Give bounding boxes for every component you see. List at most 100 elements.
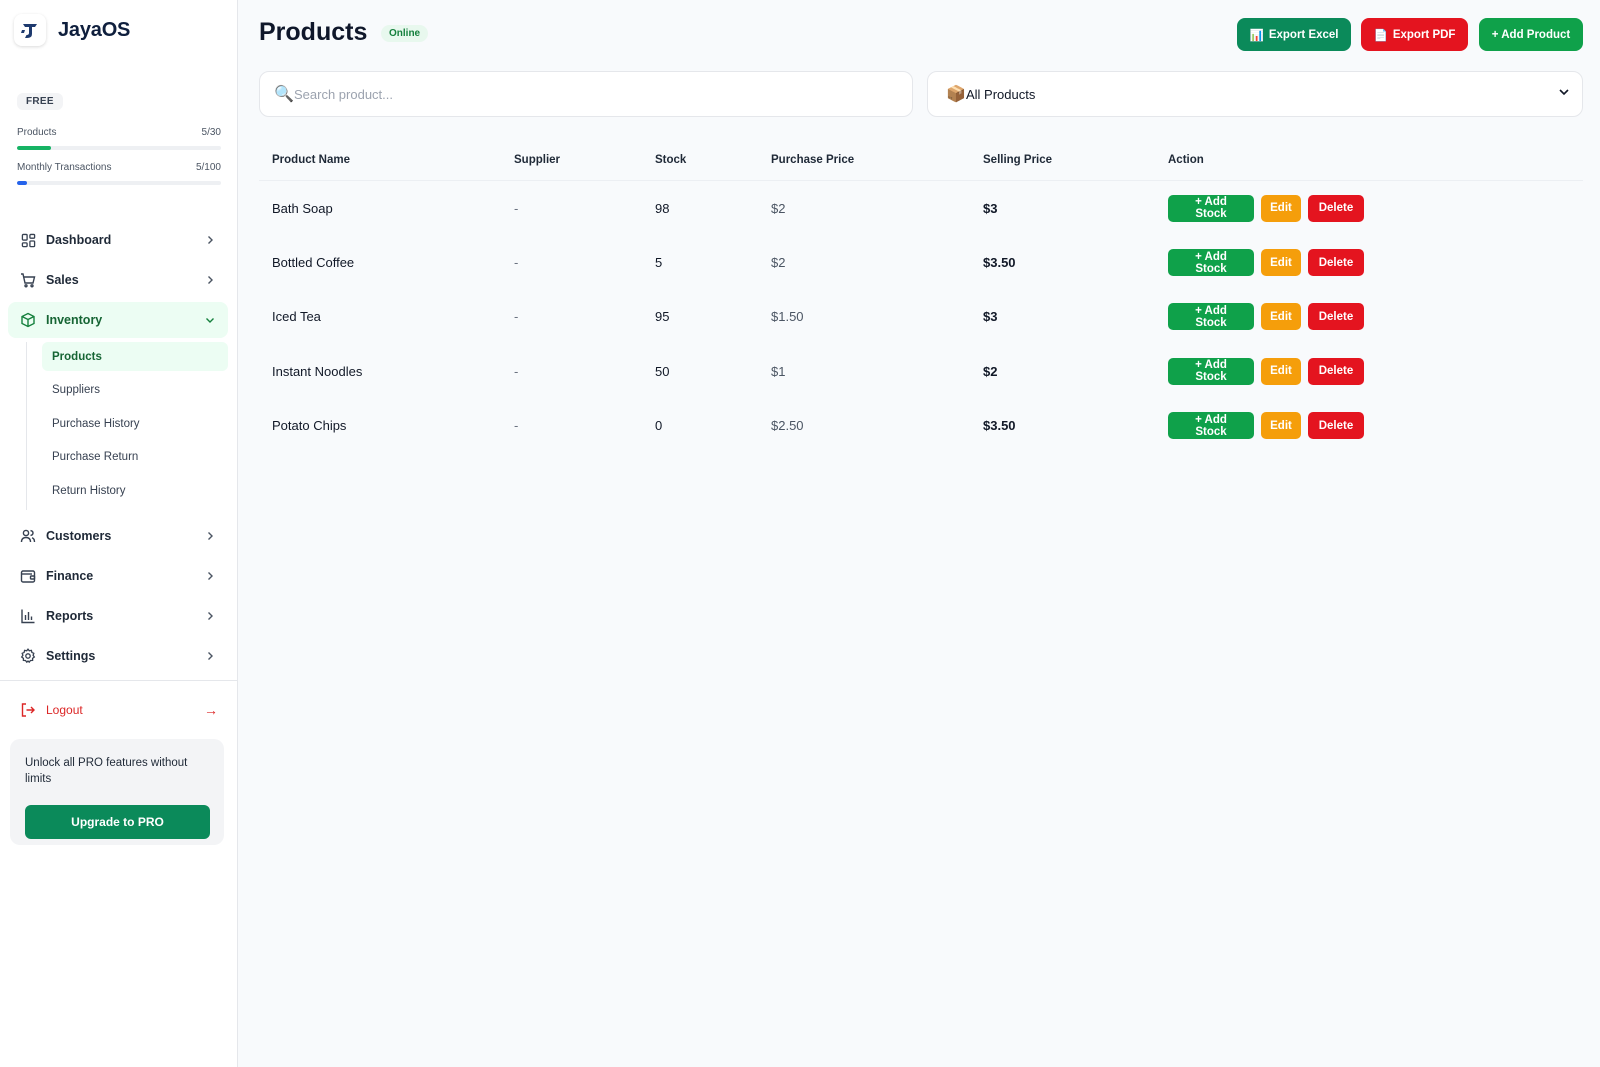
users-icon <box>20 528 36 544</box>
sidebar-item-settings[interactable]: Settings <box>8 638 228 674</box>
export-pdf-label: Export PDF <box>1392 28 1456 41</box>
selling-price-cell: $3 <box>983 309 998 325</box>
chevron-right-icon <box>204 610 216 622</box>
column-header: Supplier <box>514 154 561 166</box>
status-badge: Online <box>381 25 429 42</box>
column-header: Purchase Price <box>771 154 855 166</box>
supplier-cell: - <box>514 418 519 434</box>
purchase-price-cell: $1 <box>771 363 786 379</box>
add-stock-button[interactable]: + Add Stock <box>1168 357 1254 385</box>
edit-button[interactable]: Edit <box>1261 303 1301 331</box>
product-filter-select[interactable]: 📦 All Products <box>927 71 1583 117</box>
sidebar-divider <box>0 680 237 681</box>
products-table: Product Name Supplier Stock Purchase Pri… <box>259 140 1583 453</box>
logout-button[interactable]: Logout → <box>20 700 218 720</box>
sidebar-item-label: Settings <box>46 649 96 663</box>
cart-icon <box>20 272 36 288</box>
action-cell: + Add Stock Edit Delete <box>1168 412 1364 440</box>
quota-progress-fill <box>17 181 28 185</box>
sidebar-nav-bottom: Customers Finance Reports Settings <box>8 518 228 674</box>
delete-button[interactable]: Delete <box>1308 194 1364 222</box>
subnav-item-return-history[interactable]: Return History <box>42 476 228 505</box>
subnav-item-purchase-return[interactable]: Purchase Return <box>42 443 228 472</box>
column-header: Product Name <box>272 154 350 166</box>
sidebar-nav-top: Dashboard Sales Inventory <box>8 222 228 338</box>
subnav-item-products[interactable]: Products <box>42 342 228 371</box>
document-icon: 📄 <box>1373 29 1388 42</box>
brand-logo-icon <box>14 14 46 46</box>
column-header: Stock <box>655 154 687 166</box>
selling-price-cell: $3.50 <box>983 418 1016 434</box>
product-name-cell: Instant Noodles <box>272 363 363 379</box>
export-pdf-button[interactable]: 📄 Export PDF <box>1361 18 1468 51</box>
chevron-right-icon <box>204 570 216 582</box>
table-row: Instant Noodles - 50 $1 $2 + Add Stock E… <box>259 344 1583 398</box>
chevron-down-icon <box>204 314 216 326</box>
quota-label: Monthly Transactions <box>17 162 112 173</box>
stock-cell: 98 <box>655 200 670 216</box>
arrow-right-icon: → <box>204 702 218 718</box>
sidebar-item-finance[interactable]: Finance <box>8 558 228 594</box>
supplier-cell: - <box>514 200 519 216</box>
delete-button[interactable]: Delete <box>1308 249 1364 277</box>
edit-button[interactable]: Edit <box>1261 194 1301 222</box>
action-cell: + Add Stock Edit Delete <box>1168 303 1364 331</box>
edit-button[interactable]: Edit <box>1261 412 1301 440</box>
brand-name: JayaOS <box>58 18 131 41</box>
sidebar-item-label: Sales <box>46 273 79 287</box>
bar-chart-icon <box>20 608 36 624</box>
wallet-icon <box>20 568 36 584</box>
export-excel-button[interactable]: 📊 Export Excel <box>1237 18 1351 51</box>
plan-badge: FREE <box>17 93 63 110</box>
supplier-cell: - <box>514 309 519 325</box>
quota-progress-fill <box>17 146 52 150</box>
column-header: Action <box>1168 154 1204 166</box>
add-stock-button[interactable]: + Add Stock <box>1168 303 1254 331</box>
quota-transactions: Monthly Transactions 5/100 <box>17 162 221 185</box>
purchase-price-cell: $2 <box>771 255 786 271</box>
edit-button[interactable]: Edit <box>1261 249 1301 277</box>
page-title: Products <box>259 18 368 46</box>
action-cell: + Add Stock Edit Delete <box>1168 194 1364 222</box>
sidebar-item-customers[interactable]: Customers <box>8 518 228 554</box>
chevron-right-icon <box>204 234 216 246</box>
delete-button[interactable]: Delete <box>1308 303 1364 331</box>
brand[interactable]: JayaOS <box>14 14 130 46</box>
supplier-cell: - <box>514 363 519 379</box>
add-stock-button[interactable]: + Add Stock <box>1168 249 1254 277</box>
box-icon <box>20 312 36 328</box>
sidebar-item-sales[interactable]: Sales <box>8 262 228 298</box>
quota-progress-bar <box>17 181 221 185</box>
upgrade-promo-card: Unlock all PRO features without limits U… <box>10 739 224 845</box>
logout-label: Logout <box>46 703 83 717</box>
purchase-price-cell: $2.50 <box>771 418 804 434</box>
delete-button[interactable]: Delete <box>1308 412 1364 440</box>
promo-text: Unlock all PRO features without limits <box>25 757 188 785</box>
upgrade-button[interactable]: Upgrade to PRO <box>25 805 210 839</box>
sidebar-item-label: Customers <box>46 529 112 543</box>
sidebar-item-reports[interactable]: Reports <box>8 598 228 634</box>
table-row: Bottled Coffee - 5 $2 $3.50 + Add Stock … <box>259 235 1583 289</box>
sidebar: JayaOS FREE Products 5/30 Monthly Transa… <box>0 0 238 1067</box>
add-stock-button[interactable]: + Add Stock <box>1168 412 1254 440</box>
search-input[interactable] <box>294 86 912 102</box>
search-box: 🔍 <box>259 71 913 117</box>
quota-progress-bar <box>17 146 221 150</box>
delete-button[interactable]: Delete <box>1308 357 1364 385</box>
product-name-cell: Potato Chips <box>272 418 347 434</box>
spreadsheet-icon: 📊 <box>1249 29 1264 42</box>
add-product-button[interactable]: + Add Product <box>1479 18 1583 51</box>
subnav-item-purchase-history[interactable]: Purchase History <box>42 409 228 438</box>
product-name-cell: Iced Tea <box>272 309 321 325</box>
subnav-item-suppliers[interactable]: Suppliers <box>42 376 228 405</box>
action-cell: + Add Stock Edit Delete <box>1168 249 1364 277</box>
sidebar-item-dashboard[interactable]: Dashboard <box>8 222 228 258</box>
product-name-cell: Bottled Coffee <box>272 255 355 271</box>
sidebar-item-label: Reports <box>46 609 94 623</box>
purchase-price-cell: $1.50 <box>771 309 804 325</box>
add-stock-button[interactable]: + Add Stock <box>1168 194 1254 222</box>
stock-cell: 95 <box>655 309 670 325</box>
sidebar-item-inventory[interactable]: Inventory <box>8 302 228 338</box>
logout-icon <box>20 702 36 718</box>
edit-button[interactable]: Edit <box>1261 357 1301 385</box>
